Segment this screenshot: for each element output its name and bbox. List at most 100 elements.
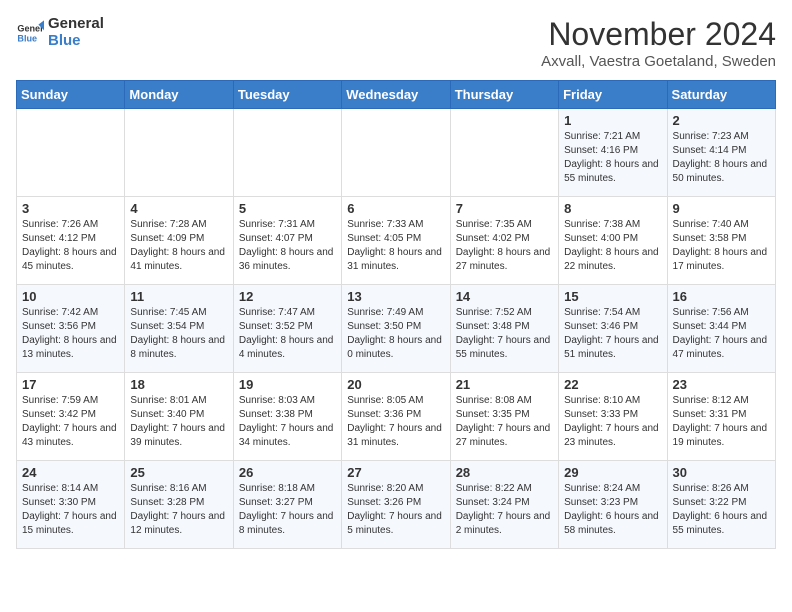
day-info: Sunrise: 8:12 AM Sunset: 3:31 PM Dayligh… — [673, 394, 770, 450]
day-info: Sunrise: 7:54 AM Sunset: 3:46 PM Dayligh… — [564, 306, 661, 362]
day-info: Sunrise: 7:47 AM Sunset: 3:52 PM Dayligh… — [239, 306, 336, 362]
title-area: November 2024 Axvall, Vaestra Goetaland,… — [541, 16, 776, 70]
day-info: Sunrise: 8:03 AM Sunset: 3:38 PM Dayligh… — [239, 394, 336, 450]
day-number: 30 — [673, 465, 770, 480]
day-number: 12 — [239, 289, 336, 304]
calendar-cell: 5 Sunrise: 7:31 AM Sunset: 4:07 PM Daylig… — [233, 197, 341, 285]
page-header: General Blue General Blue November 2024 … — [16, 16, 776, 70]
day-info: Sunrise: 7:52 AM Sunset: 3:48 PM Dayligh… — [456, 306, 553, 362]
calendar-cell: 1Sunrise: 7:21 AM Sunset: 4:16 PM Daylig… — [559, 109, 667, 197]
calendar-week-row: 24 Sunrise: 8:14 AM Sunset: 3:30 PM Dayli… — [17, 461, 776, 549]
day-info: Sunrise: 7:59 AM Sunset: 3:42 PM Dayligh… — [22, 394, 119, 450]
calendar-week-row: 3 Sunrise: 7:26 AM Sunset: 4:12 PM Daylig… — [17, 197, 776, 285]
day-info: Sunrise: 7:31 AM Sunset: 4:07 PM Dayligh… — [239, 218, 336, 274]
day-info: Sunrise: 7:21 AM Sunset: 4:16 PM Dayligh… — [564, 130, 661, 186]
day-number: 22 — [564, 377, 661, 392]
day-number: 4 — [130, 201, 227, 216]
day-number: 23 — [673, 377, 770, 392]
calendar-cell: 26 Sunrise: 8:18 AM Sunset: 3:27 PM Dayli… — [233, 461, 341, 549]
calendar-cell: 19Sunrise: 8:03 AM Sunset: 3:38 PM Dayli… — [233, 373, 341, 461]
calendar-cell — [17, 109, 125, 197]
calendar-cell — [450, 109, 558, 197]
calendar-cell — [233, 109, 341, 197]
calendar-cell: 11 Sunrise: 7:45 AM Sunset: 3:54 PM Dayli… — [125, 285, 233, 373]
day-info: Sunrise: 8:14 AM Sunset: 3:30 PM Dayligh… — [22, 482, 119, 538]
day-info: Sunrise: 7:40 AM Sunset: 3:58 PM Dayligh… — [673, 218, 770, 274]
day-info: Sunrise: 8:22 AM Sunset: 3:24 PM Dayligh… — [456, 482, 553, 538]
day-of-week-header: Thursday — [450, 81, 558, 109]
calendar-cell: 23 Sunrise: 8:12 AM Sunset: 3:31 PM Dayli… — [667, 373, 775, 461]
calendar-cell: 13Sunrise: 7:49 AM Sunset: 3:50 PM Dayli… — [342, 285, 450, 373]
day-info: Sunrise: 7:42 AM Sunset: 3:56 PM Dayligh… — [22, 306, 119, 362]
day-of-week-header: Sunday — [17, 81, 125, 109]
calendar-cell: 25Sunrise: 8:16 AM Sunset: 3:28 PM Dayli… — [125, 461, 233, 549]
day-of-week-header: Friday — [559, 81, 667, 109]
day-number: 26 — [239, 465, 336, 480]
day-of-week-header: Tuesday — [233, 81, 341, 109]
day-number: 16 — [673, 289, 770, 304]
day-number: 3 — [22, 201, 119, 216]
calendar-cell: 15 Sunrise: 7:54 AM Sunset: 3:46 PM Dayli… — [559, 285, 667, 373]
calendar-cell: 6Sunrise: 7:33 AM Sunset: 4:05 PM Daylig… — [342, 197, 450, 285]
day-number: 15 — [564, 289, 661, 304]
day-info: Sunrise: 7:26 AM Sunset: 4:12 PM Dayligh… — [22, 218, 119, 274]
day-info: Sunrise: 7:45 AM Sunset: 3:54 PM Dayligh… — [130, 306, 227, 362]
calendar-cell: 28 Sunrise: 8:22 AM Sunset: 3:24 PM Dayli… — [450, 461, 558, 549]
day-number: 27 — [347, 465, 444, 480]
calendar-cell: 12 Sunrise: 7:47 AM Sunset: 3:52 PM Dayli… — [233, 285, 341, 373]
day-number: 24 — [22, 465, 119, 480]
calendar-cell: 10 Sunrise: 7:42 AM Sunset: 3:56 PM Dayli… — [17, 285, 125, 373]
calendar-cell: 27 Sunrise: 8:20 AM Sunset: 3:26 PM Dayli… — [342, 461, 450, 549]
day-of-week-header: Wednesday — [342, 81, 450, 109]
day-info: Sunrise: 7:23 AM Sunset: 4:14 PM Dayligh… — [673, 130, 770, 186]
day-info: Sunrise: 7:38 AM Sunset: 4:00 PM Dayligh… — [564, 218, 661, 274]
calendar-cell: 3 Sunrise: 7:26 AM Sunset: 4:12 PM Daylig… — [17, 197, 125, 285]
calendar-cell: 8Sunrise: 7:38 AM Sunset: 4:00 PM Daylig… — [559, 197, 667, 285]
day-info: Sunrise: 8:20 AM Sunset: 3:26 PM Dayligh… — [347, 482, 444, 538]
day-info: Sunrise: 8:18 AM Sunset: 3:27 PM Dayligh… — [239, 482, 336, 538]
day-info: Sunrise: 8:08 AM Sunset: 3:35 PM Dayligh… — [456, 394, 553, 450]
day-number: 18 — [130, 377, 227, 392]
calendar-header-row: SundayMondayTuesdayWednesdayThursdayFrid… — [17, 81, 776, 109]
day-number: 28 — [456, 465, 553, 480]
day-info: Sunrise: 8:24 AM Sunset: 3:23 PM Dayligh… — [564, 482, 661, 538]
day-number: 5 — [239, 201, 336, 216]
logo: General Blue General Blue — [16, 16, 104, 49]
calendar-cell: 18Sunrise: 8:01 AM Sunset: 3:40 PM Dayli… — [125, 373, 233, 461]
day-info: Sunrise: 8:10 AM Sunset: 3:33 PM Dayligh… — [564, 394, 661, 450]
day-info: Sunrise: 7:56 AM Sunset: 3:44 PM Dayligh… — [673, 306, 770, 362]
day-number: 25 — [130, 465, 227, 480]
calendar-cell: 30Sunrise: 8:26 AM Sunset: 3:22 PM Dayli… — [667, 461, 775, 549]
day-number: 10 — [22, 289, 119, 304]
day-number: 29 — [564, 465, 661, 480]
calendar-cell: 29 Sunrise: 8:24 AM Sunset: 3:23 PM Dayli… — [559, 461, 667, 549]
logo-icon: General Blue — [16, 19, 44, 47]
calendar-body: 1Sunrise: 7:21 AM Sunset: 4:16 PM Daylig… — [17, 109, 776, 549]
calendar-cell: 21 Sunrise: 8:08 AM Sunset: 3:35 PM Dayli… — [450, 373, 558, 461]
calendar-cell: 4 Sunrise: 7:28 AM Sunset: 4:09 PM Daylig… — [125, 197, 233, 285]
calendar-cell: 7 Sunrise: 7:35 AM Sunset: 4:02 PM Daylig… — [450, 197, 558, 285]
day-of-week-header: Saturday — [667, 81, 775, 109]
day-number: 11 — [130, 289, 227, 304]
calendar-cell: 14 Sunrise: 7:52 AM Sunset: 3:48 PM Dayli… — [450, 285, 558, 373]
day-number: 7 — [456, 201, 553, 216]
day-number: 20 — [347, 377, 444, 392]
day-number: 6 — [347, 201, 444, 216]
calendar-week-row: 17Sunrise: 7:59 AM Sunset: 3:42 PM Dayli… — [17, 373, 776, 461]
calendar-week-row: 10 Sunrise: 7:42 AM Sunset: 3:56 PM Dayli… — [17, 285, 776, 373]
calendar-cell: 9Sunrise: 7:40 AM Sunset: 3:58 PM Daylig… — [667, 197, 775, 285]
day-number: 21 — [456, 377, 553, 392]
day-info: Sunrise: 7:28 AM Sunset: 4:09 PM Dayligh… — [130, 218, 227, 274]
logo-general: General — [48, 16, 104, 33]
calendar-cell: 17Sunrise: 7:59 AM Sunset: 3:42 PM Dayli… — [17, 373, 125, 461]
calendar-cell: 2Sunrise: 7:23 AM Sunset: 4:14 PM Daylig… — [667, 109, 775, 197]
day-info: Sunrise: 7:35 AM Sunset: 4:02 PM Dayligh… — [456, 218, 553, 274]
day-of-week-header: Monday — [125, 81, 233, 109]
calendar-cell: 22 Sunrise: 8:10 AM Sunset: 3:33 PM Dayli… — [559, 373, 667, 461]
day-number: 14 — [456, 289, 553, 304]
calendar-table: SundayMondayTuesdayWednesdayThursdayFrid… — [16, 80, 776, 549]
calendar-cell — [342, 109, 450, 197]
logo-blue: Blue — [48, 33, 104, 50]
day-info: Sunrise: 7:49 AM Sunset: 3:50 PM Dayligh… — [347, 306, 444, 362]
calendar-cell — [125, 109, 233, 197]
